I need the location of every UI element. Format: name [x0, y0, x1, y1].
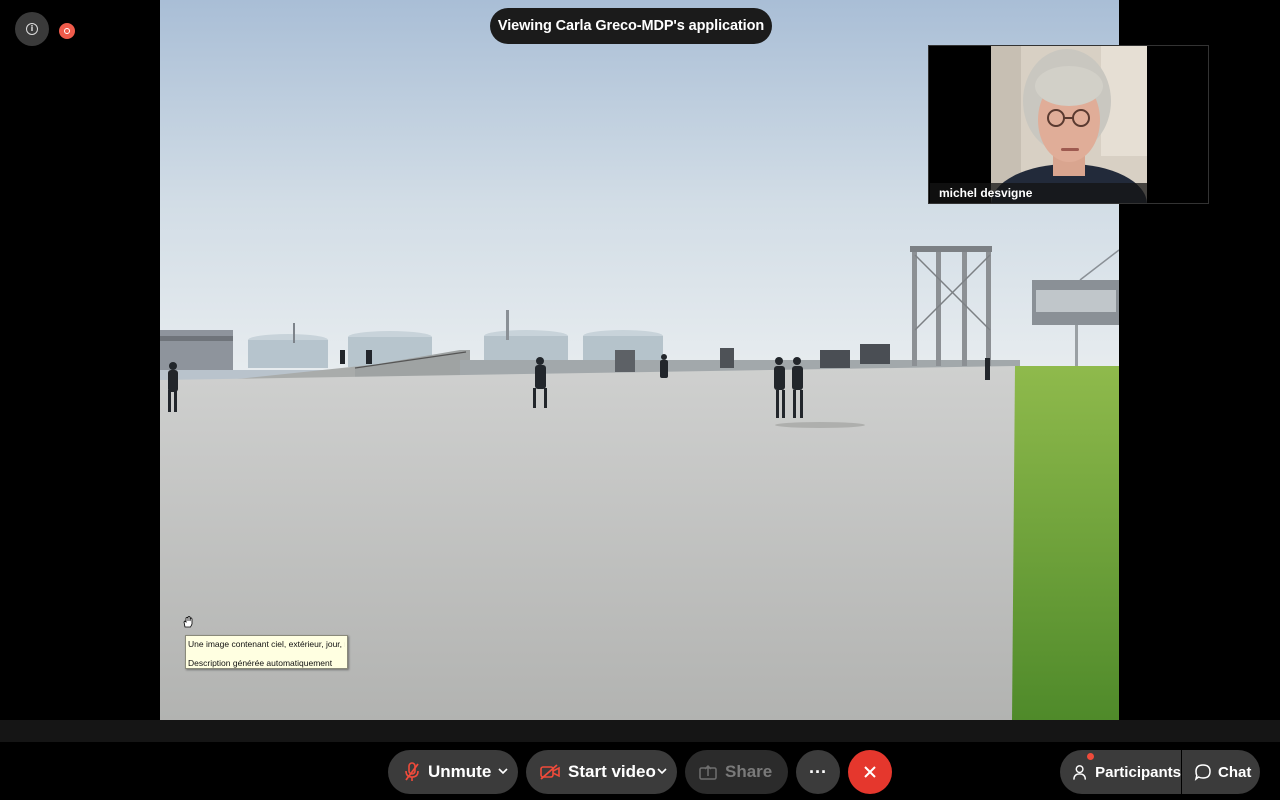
chat-label: Chat [1218, 763, 1252, 781]
participants-icon [1073, 765, 1087, 780]
muted-mic-icon [405, 762, 419, 781]
image-alt-tooltip: Une image contenant ciel, extérieur, jou… [185, 635, 348, 669]
share-button[interactable]: Share [685, 750, 788, 794]
chat-button[interactable]: Chat [1182, 750, 1260, 794]
start-video-label: Start video [568, 762, 656, 781]
start-video-button[interactable]: Start video [526, 750, 677, 794]
participant-name: michel desvigne [930, 183, 1147, 203]
viewing-banner: Viewing Carla Greco-MDP's application [490, 8, 772, 44]
meeting-window: i Viewing Carla Greco-MDP's application … [0, 0, 1280, 800]
unmute-label: Unmute [428, 762, 492, 781]
participants-label: Participants [1095, 763, 1181, 781]
more-options-button[interactable]: ··· [796, 750, 840, 794]
close-icon [864, 766, 876, 778]
chevron-down-icon[interactable] [498, 768, 508, 775]
end-call-button[interactable] [848, 750, 892, 794]
meeting-info-button[interactable]: i [15, 12, 49, 46]
info-icon: i [26, 23, 38, 35]
meeting-toolbar: Unmute Start video Share ··· Participant… [0, 742, 1280, 800]
share-label: Share [725, 762, 773, 781]
video-off-icon [540, 764, 560, 780]
unmute-button[interactable]: Unmute [388, 750, 518, 794]
hand-cursor-icon [183, 616, 193, 628]
chat-icon [1194, 764, 1211, 781]
more-icon: ··· [809, 761, 827, 782]
participants-button[interactable]: Participants [1060, 750, 1181, 794]
notification-dot [1087, 753, 1094, 760]
chevron-down-icon[interactable] [657, 768, 667, 775]
tooltip-note: Description générée automatiquement [188, 658, 333, 668]
toolbar-divider [0, 720, 1280, 742]
participant-video-tile[interactable]: michel desvigne [928, 45, 1209, 204]
tooltip-caption: Une image contenant ciel, extérieur, jou… [188, 639, 345, 649]
recording-icon [59, 23, 75, 39]
participant-video [991, 46, 1147, 203]
share-icon [699, 764, 717, 780]
